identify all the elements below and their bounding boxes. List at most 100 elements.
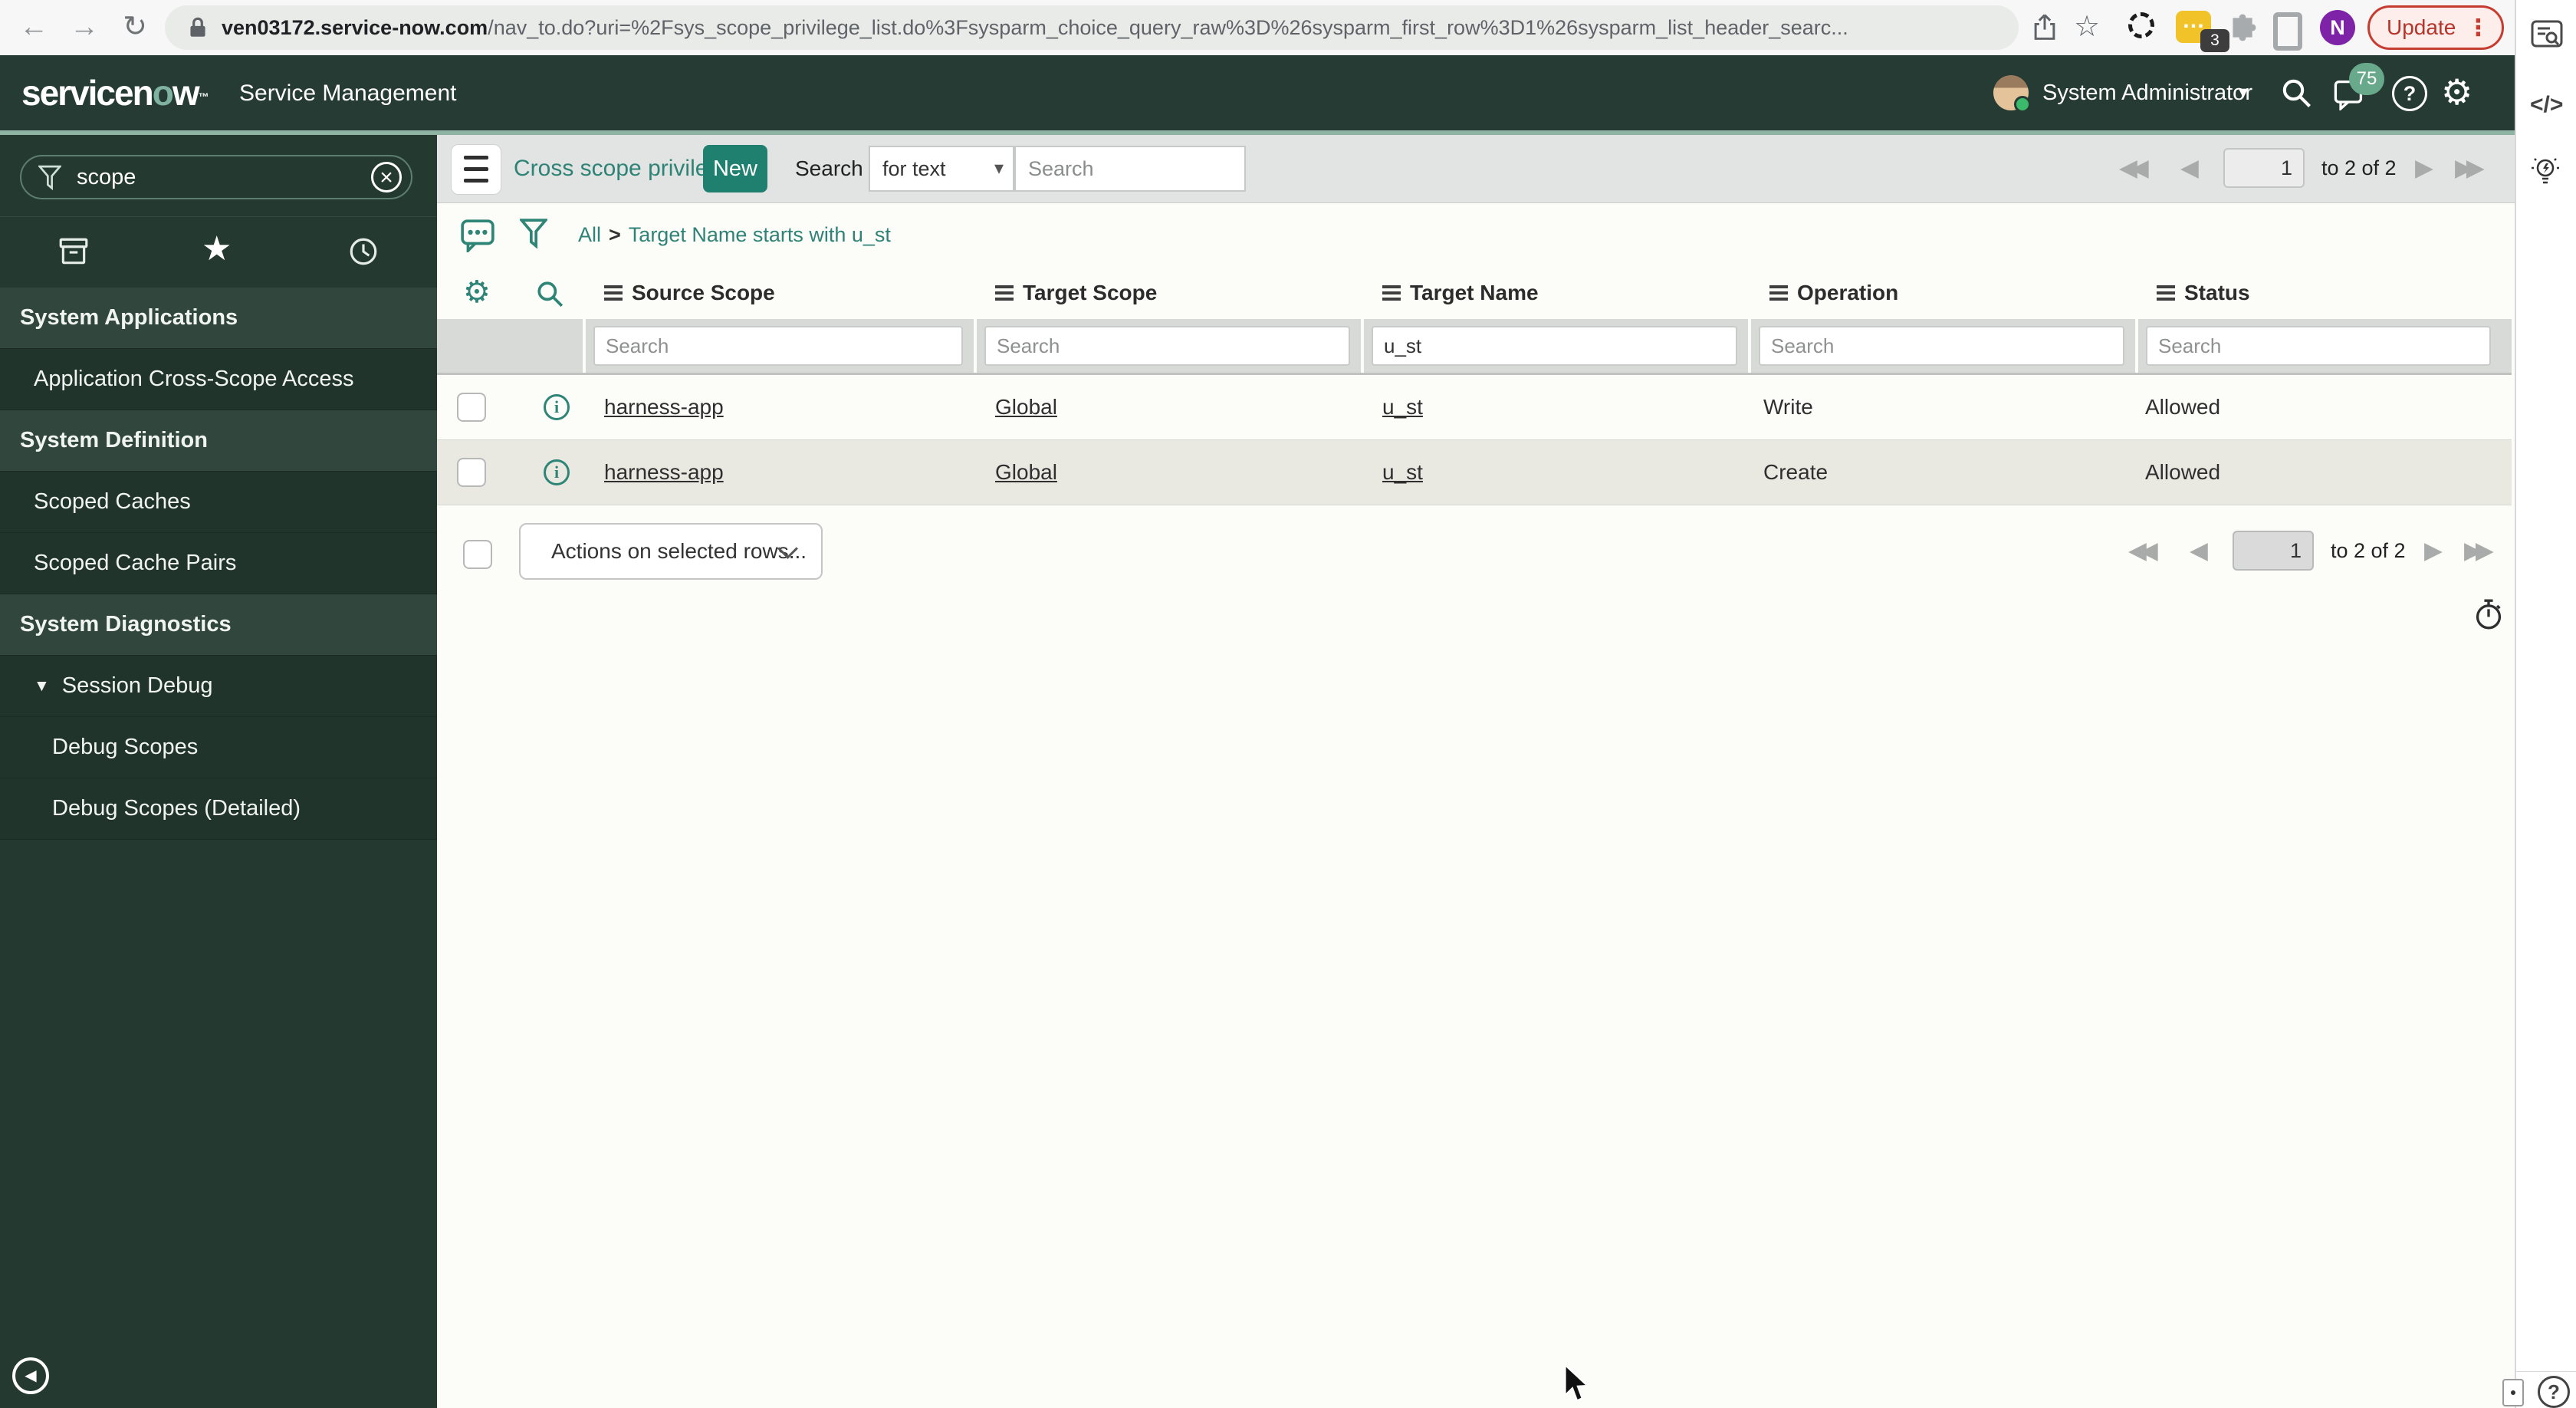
sidebar-item-scoped-cache-pairs[interactable]: Scoped Cache Pairs <box>0 533 437 594</box>
column-header-status[interactable]: Status <box>2157 267 2250 319</box>
column-menu-icon[interactable] <box>1382 285 1401 301</box>
breadcrumb-separator: > <box>609 223 621 246</box>
browser-forward-button[interactable]: → <box>64 0 104 55</box>
filter-icon[interactable] <box>520 219 547 251</box>
history-tab-icon[interactable] <box>347 235 380 268</box>
favorites-tab-icon[interactable]: ★ <box>202 232 232 266</box>
response-time-icon[interactable] <box>2473 597 2504 632</box>
filter-source-scope-input[interactable] <box>593 326 963 366</box>
column-header-source-scope[interactable]: Source Scope <box>604 267 775 319</box>
help-icon[interactable]: ? <box>2392 76 2427 111</box>
cell-operation: Write <box>1763 395 1813 419</box>
lightbulb-flash-icon[interactable] <box>2530 155 2561 189</box>
previous-page-button[interactable]: ◀ <box>2190 527 2208 576</box>
first-page-button[interactable]: ◀◀ <box>2128 527 2158 576</box>
table-row[interactable]: i harness-app Global u_st Write Allowed <box>437 375 2512 440</box>
user-menu-caret-icon[interactable]: ▾ <box>2239 55 2248 130</box>
navigator-filter-input[interactable] <box>75 160 354 195</box>
navigator-tabs: ★ <box>0 216 437 288</box>
table-row[interactable]: i harness-app Global u_st Create Allowed <box>437 440 2512 505</box>
page-number-input[interactable] <box>2233 531 2314 571</box>
record-preview-icon[interactable]: i <box>544 394 570 420</box>
list-content: Cross scope privileges New Search for te… <box>437 135 2515 1408</box>
list-context-menu-button[interactable] <box>451 144 501 195</box>
first-page-button[interactable]: ◀◀ <box>2119 144 2149 193</box>
cell-source-scope-link[interactable]: harness-app <box>604 440 724 505</box>
filter-target-scope-input[interactable] <box>984 326 1350 366</box>
column-header-target-scope[interactable]: Target Scope <box>995 267 1157 319</box>
bookmark-star-icon[interactable]: ☆ <box>2067 0 2107 55</box>
browser-profile-avatar[interactable]: N <box>2320 10 2355 45</box>
sidebar-section-system-diagnostics[interactable]: System Diagnostics <box>0 594 437 656</box>
instance-panel-icon[interactable] <box>2530 17 2564 51</box>
search-type-select[interactable]: for text ▾ <box>869 146 1014 192</box>
row-checkbox[interactable] <box>457 458 486 487</box>
browser-update-button[interactable]: Update ⋮ <box>2367 5 2505 50</box>
column-header-operation[interactable]: Operation <box>1769 267 1898 319</box>
sidebar-section-system-applications[interactable]: System Applications <box>0 288 437 349</box>
address-bar[interactable]: ven03172.service-now.com/nav_to.do?uri=%… <box>165 5 2019 50</box>
list-settings-gear-icon[interactable]: ⚙ <box>463 267 491 319</box>
global-search-icon[interactable] <box>2280 77 2312 109</box>
previous-page-button[interactable]: ◀ <box>2180 144 2199 193</box>
select-all-checkbox[interactable] <box>463 540 492 569</box>
clear-filter-icon[interactable]: × <box>371 162 402 192</box>
browser-reload-button[interactable]: ↻ <box>115 0 155 55</box>
url-path: /nav_to.do?uri=%2Fsys_scope_privilege_li… <box>488 16 1848 39</box>
scroll-gripper[interactable] <box>2502 1379 2524 1406</box>
breadcrumb-filter-link[interactable]: Target Name starts with u_st <box>629 223 891 246</box>
sidebar-item-application-cross-scope-access[interactable]: Application Cross-Scope Access <box>0 349 437 410</box>
column-menu-icon[interactable] <box>995 285 1014 301</box>
column-header-target-name[interactable]: Target Name <box>1382 267 1539 319</box>
column-menu-icon[interactable] <box>1769 285 1788 301</box>
cell-source-scope-link[interactable]: harness-app <box>604 375 724 439</box>
browser-menu-icon[interactable]: ⋮ <box>2466 15 2489 41</box>
column-menu-icon[interactable] <box>604 285 623 301</box>
share-icon[interactable] <box>2030 12 2059 41</box>
actions-dropdown[interactable]: Actions on selected rows... <box>519 523 823 580</box>
user-menu[interactable]: System Administrator <box>2042 55 2252 130</box>
sidebar-item-scoped-caches[interactable]: Scoped Caches <box>0 472 437 533</box>
logo-tm: ™ <box>198 90 209 103</box>
last-page-button[interactable]: ▶▶ <box>2455 144 2485 193</box>
collapse-navigator-button[interactable]: ◀ <box>12 1357 49 1394</box>
sidebar-item-debug-scopes[interactable]: Debug Scopes <box>0 717 437 778</box>
help-panel-icon[interactable]: ? <box>2538 1376 2570 1408</box>
next-page-button[interactable]: ▶ <box>2424 527 2443 576</box>
user-avatar[interactable] <box>1993 75 2031 113</box>
cell-target-name-link[interactable]: u_st <box>1382 440 1423 505</box>
all-applications-icon[interactable] <box>58 235 90 268</box>
cell-target-name-link[interactable]: u_st <box>1382 375 1423 439</box>
filter-target-name-input[interactable] <box>1372 326 1737 366</box>
expanded-caret-icon[interactable]: ▼ <box>34 677 50 695</box>
page-number-input[interactable] <box>2223 148 2305 188</box>
settings-gear-icon[interactable]: ⚙ <box>2441 55 2472 130</box>
filter-status-input[interactable] <box>2146 326 2491 366</box>
sidebar-section-system-definition[interactable]: System Definition <box>0 410 437 472</box>
sidebar-item-debug-scopes-detailed[interactable]: Debug Scopes (Detailed) <box>0 778 437 840</box>
column-search-toggle-icon[interactable] <box>535 279 564 308</box>
sidepanel-extension-icon[interactable] <box>2273 12 2302 51</box>
browser-back-button[interactable]: ← <box>14 0 54 55</box>
record-preview-icon[interactable]: i <box>544 459 570 485</box>
lock-icon <box>190 17 205 37</box>
puzzle-extension-icon[interactable] <box>2226 12 2258 44</box>
cell-target-scope-link[interactable]: Global <box>995 440 1057 505</box>
breadcrumb-bar: All > Target Name starts with u_st <box>437 203 2515 267</box>
list-search-input[interactable] <box>1014 146 1246 192</box>
url-text: ven03172.service-now.com/nav_to.do?uri=%… <box>222 5 2000 50</box>
column-menu-icon[interactable] <box>2157 285 2175 301</box>
filter-operation-input[interactable] <box>1759 326 2124 366</box>
navigator-filter[interactable]: × <box>20 155 412 199</box>
cell-target-scope-link[interactable]: Global <box>995 375 1057 439</box>
spinner-extension-icon[interactable] <box>2128 12 2154 38</box>
new-record-button[interactable]: New <box>703 145 767 192</box>
last-page-button[interactable]: ▶▶ <box>2464 527 2494 576</box>
code-panel-icon[interactable]: </> <box>2530 92 2563 118</box>
list-comments-icon[interactable] <box>460 217 495 252</box>
row-checkbox[interactable] <box>457 393 486 422</box>
app-header: servicenow™ Service Management System Ad… <box>0 55 2515 130</box>
breadcrumb-all-link[interactable]: All <box>578 223 601 246</box>
sidebar-item-session-debug[interactable]: ▼ Session Debug <box>0 656 437 717</box>
next-page-button[interactable]: ▶ <box>2415 144 2433 193</box>
